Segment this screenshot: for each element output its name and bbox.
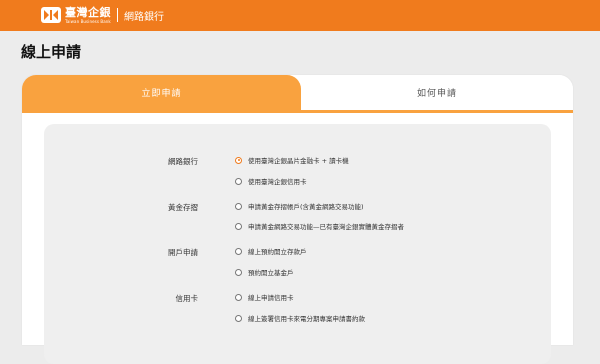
header-divider (117, 8, 118, 22)
tab-underline (22, 110, 573, 113)
options-panel: 網路銀行 使用臺灣企銀晶片金融卡 + 讀卡機 使用臺灣企銀信用卡 黃金存摺 申請… (44, 124, 551, 364)
tab-label: 如何申請 (416, 89, 457, 99)
tab-how-to-apply[interactable]: 如何申請 (301, 75, 573, 110)
option-label: 線上預約開立存款戶 (248, 248, 307, 256)
radio-button[interactable] (235, 314, 242, 322)
option-label: 使用臺灣企銀信用卡 (248, 178, 307, 186)
radio-button[interactable] (235, 222, 242, 230)
section-label-gold-passbook: 黃金存摺 (168, 203, 198, 212)
option-credit-card-login[interactable]: 使用臺灣企銀信用卡 (235, 176, 307, 186)
section-label-online-banking: 網路銀行 (168, 157, 198, 166)
radio-button[interactable] (235, 202, 242, 210)
radio-button[interactable] (235, 293, 242, 301)
brand-name: 臺灣企銀 (65, 5, 111, 19)
option-label: 線上申請信用卡 (248, 294, 294, 302)
radio-button[interactable] (235, 247, 242, 255)
option-label: 線上簽署信用卡來電分期專案申請書約款 (248, 315, 365, 323)
option-deposit-account[interactable]: 線上預約開立存款戶 (235, 246, 307, 256)
tbb-logo-icon (41, 7, 61, 23)
option-fund-account[interactable]: 預約開立基金戶 (235, 267, 294, 277)
option-gold-account[interactable]: 申請黃金存摺帳戶(含黃金網路交易功能) (235, 201, 364, 211)
option-chip-card[interactable]: 使用臺灣企銀晶片金融卡 + 讀卡機 (235, 155, 349, 165)
top-header-bar: 臺灣企銀 Taiwan Business Bank 網路銀行 (0, 0, 600, 31)
radio-button[interactable] (235, 156, 242, 164)
page-title: 線上申請 (21, 43, 82, 61)
brand-logo[interactable]: 臺灣企銀 Taiwan Business Bank 網路銀行 (40, 6, 164, 24)
option-label: 申請黃金存摺帳戶(含黃金網路交易功能) (248, 203, 364, 211)
tab-label: 立即申請 (141, 89, 182, 99)
section-label-credit-card: 信用卡 (175, 294, 199, 303)
option-apply-credit-card[interactable]: 線上申請信用卡 (235, 292, 294, 302)
radio-button[interactable] (235, 268, 242, 276)
brand-name-en: Taiwan Business Bank (65, 18, 111, 24)
option-label: 申請黃金網路交易功能—已有臺灣企銀實體黃金存摺者 (248, 223, 404, 231)
service-name: 網路銀行 (124, 11, 164, 23)
option-installment-agreement[interactable]: 線上簽署信用卡來電分期專案申請書約款 (235, 313, 365, 323)
option-gold-online-trading[interactable]: 申請黃金網路交易功能—已有臺灣企銀實體黃金存摺者 (235, 221, 404, 231)
option-label: 預約開立基金戶 (248, 269, 294, 277)
application-card: 立即申請 如何申請 網路銀行 使用臺灣企銀晶片金融卡 + 讀卡機 使用臺灣企銀信… (22, 75, 573, 364)
radio-button[interactable] (235, 177, 242, 185)
option-label: 使用臺灣企銀晶片金融卡 + 讀卡機 (248, 157, 349, 165)
tab-apply-now[interactable]: 立即申請 (22, 75, 301, 110)
section-label-account-opening: 開戶申請 (168, 248, 198, 257)
